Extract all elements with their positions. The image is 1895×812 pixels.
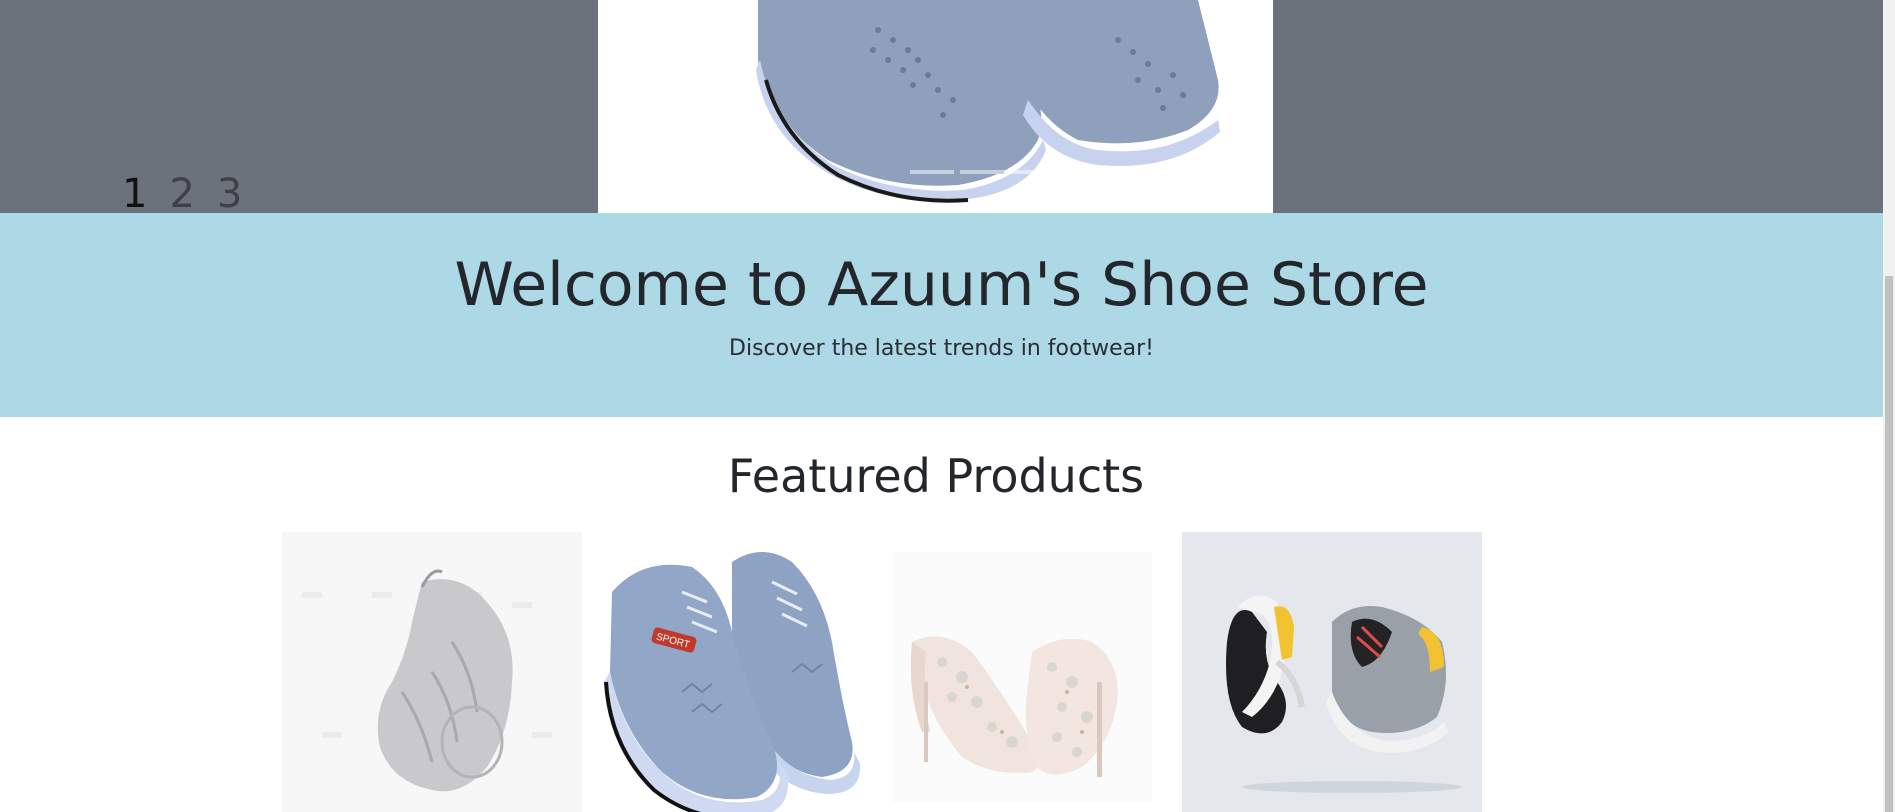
product-card-blue-sneakers[interactable]: SPORT: [582, 532, 882, 812]
image-carousel: 1 2 3: [0, 0, 1883, 217]
scrollbar-thumb[interactable]: [1885, 276, 1893, 812]
pager-item-3[interactable]: 3: [217, 170, 242, 218]
crystal-heels-image: [892, 552, 1152, 802]
pager-item-2[interactable]: 2: [169, 170, 194, 218]
carousel-slide-image: [598, 0, 1273, 213]
white-sneaker-image: [302, 569, 552, 792]
carousel-indicator-2[interactable]: [960, 170, 1004, 174]
product-card-crystal-heels[interactable]: [882, 532, 1182, 812]
product-grid: SPORT: [282, 532, 1482, 812]
product-card-white-sneaker[interactable]: [282, 532, 582, 812]
pager-item-1[interactable]: 1: [122, 170, 147, 218]
carousel-indicator-1[interactable]: [910, 170, 954, 174]
page-scrollbar[interactable]: [1883, 0, 1895, 812]
product-card-running-shoes[interactable]: [1182, 532, 1482, 812]
featured-products-heading: Featured Products: [727, 449, 1145, 503]
carousel-indicators: [910, 170, 1054, 174]
blue-sport-sneakers-image: SPORT: [604, 552, 861, 812]
hero-subtitle: Discover the latest trends in footwear!: [729, 336, 1154, 361]
blue-sneakers-image: [756, 0, 1220, 203]
carousel-pager: 1 2 3: [122, 170, 242, 218]
hero-banner: Welcome to Azuum's Shoe Store Discover t…: [0, 213, 1883, 417]
running-shoes-image: [1226, 595, 1462, 793]
carousel-indicator-3[interactable]: [1010, 170, 1054, 174]
page: 1 2 3 Welcome to Azuum's Shoe Store Disc…: [0, 0, 1895, 812]
hero-title: Welcome to Azuum's Shoe Store: [454, 250, 1429, 320]
